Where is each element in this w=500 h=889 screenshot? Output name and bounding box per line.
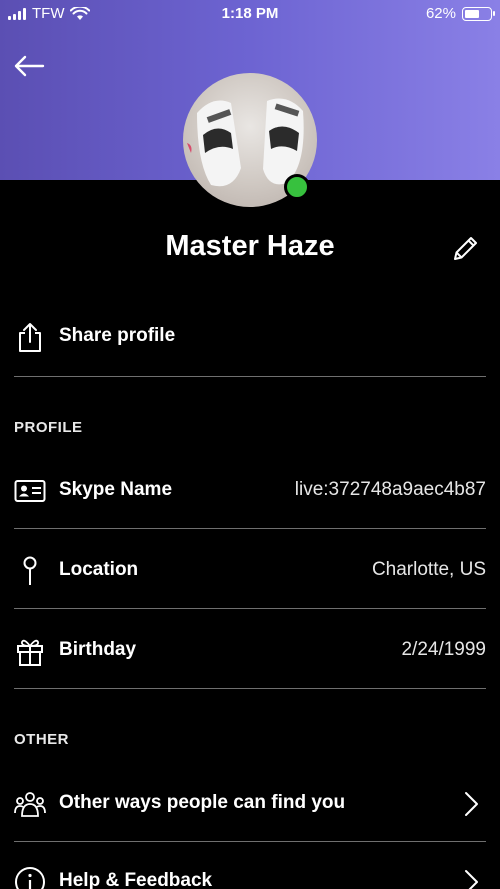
other-ways-find-you-row[interactable]: Other ways people can find you: [14, 764, 486, 842]
online-status-indicator: [284, 174, 310, 200]
divider: [14, 608, 486, 609]
share-icon: [19, 323, 41, 352]
profile-name: Master Haze: [165, 230, 335, 262]
battery-level: [465, 9, 479, 18]
pencil-icon[interactable]: [451, 233, 481, 263]
skype-name-label: Skype Name: [59, 479, 173, 500]
profile-section-title: PROFILE: [14, 419, 83, 436]
chevron-right-icon: [465, 870, 478, 889]
skype-name-value: live:372748a9aec4b87: [294, 479, 486, 500]
skype-name-row[interactable]: Skype Name live:372748a9aec4b87: [14, 451, 486, 529]
divider: [14, 376, 486, 377]
battery-icon: [462, 6, 495, 21]
id-card-icon: [14, 480, 46, 502]
birthday-label: Birthday: [59, 639, 137, 660]
birthday-value: 2/24/1999: [401, 639, 486, 660]
divider: [14, 688, 486, 689]
share-profile-label: Share profile: [59, 325, 176, 346]
back-arrow-icon[interactable]: [12, 52, 46, 80]
birthday-row[interactable]: Birthday 2/24/1999: [14, 611, 486, 689]
gift-icon: [17, 639, 43, 666]
people-group-icon: [14, 792, 46, 817]
battery-percent: 62%: [425, 5, 456, 22]
help-feedback-label: Help & Feedback: [59, 870, 213, 889]
other-section-title: OTHER: [14, 731, 69, 748]
info-icon: [15, 867, 45, 889]
chevron-right-icon: [465, 792, 478, 816]
location-row[interactable]: Location Charlotte, US: [14, 531, 486, 609]
status-bar: TFW 1:18 PM 62%: [0, 0, 500, 28]
help-feedback-row[interactable]: Help & Feedback: [14, 842, 486, 889]
location-label: Location: [59, 559, 139, 580]
share-profile-button[interactable]: Share profile: [14, 297, 486, 375]
location-pin-icon: [23, 556, 37, 585]
location-value: Charlotte, US: [371, 559, 486, 580]
other-ways-label: Other ways people can find you: [59, 792, 346, 813]
divider: [14, 528, 486, 529]
